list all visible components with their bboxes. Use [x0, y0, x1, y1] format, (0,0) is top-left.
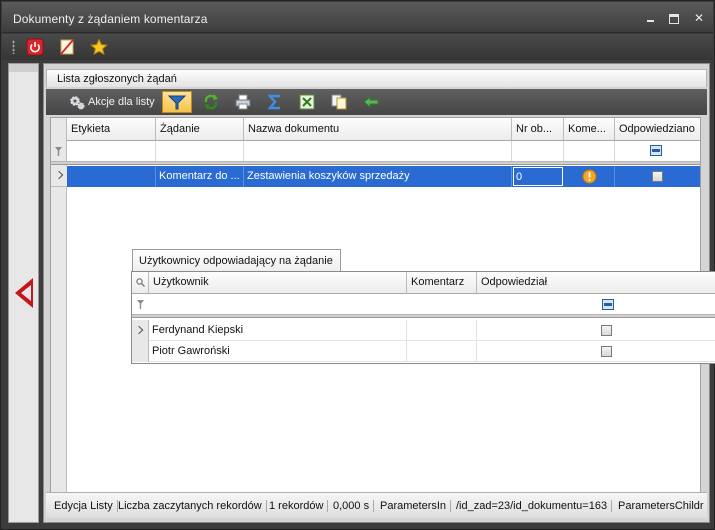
- list-item[interactable]: Piotr Gawroński: [132, 341, 715, 362]
- column-header-odpowiedzial[interactable]: Odpowiedział: [477, 272, 715, 294]
- cell-komentarz[interactable]: [407, 341, 477, 362]
- filter-funnel-icon: [137, 300, 144, 309]
- toolbar-grip: [12, 40, 15, 54]
- cell-zadanie[interactable]: Komentarz do ...: [156, 166, 244, 187]
- filter-cell-nr-ob[interactable]: [512, 141, 564, 161]
- requests-panel: Lista zgłoszonych żądań Akcje dla listy: [43, 63, 715, 523]
- list-item[interactable]: Ferdynand Kiepski: [132, 320, 715, 341]
- column-header-nazwa-dokumentu[interactable]: Nazwa dokumentu: [244, 118, 512, 141]
- cell-odpowiedziano: [615, 166, 700, 187]
- chevron-right-icon: [134, 325, 144, 335]
- row-indicator[interactable]: [132, 320, 149, 341]
- users-grid: Użytkownik Komentarz Odpowiedział Ferdyn…: [131, 271, 715, 364]
- cell-uzytkownik[interactable]: Ferdynand Kiepski: [149, 320, 407, 341]
- status-records-label: Liczba zaczytanych rekordów: [114, 500, 267, 512]
- collapse-arrow-icon[interactable]: [15, 278, 33, 308]
- status-mode: Edycja Listy: [50, 500, 118, 512]
- filter-cell-etykieta[interactable]: [67, 141, 156, 161]
- filter-toggle-button[interactable]: [162, 91, 192, 113]
- column-header-uzytkownik[interactable]: Użytkownik: [149, 272, 407, 294]
- column-header-odpowiedziano[interactable]: Odpowiedziano: [615, 118, 700, 141]
- window-title: Dokumenty z żądaniem komentarza: [13, 12, 208, 26]
- column-header-zadanie[interactable]: Żądanie: [156, 118, 244, 141]
- panel-header: Lista zgłoszonych żądań: [46, 69, 707, 87]
- status-bar: Edycja Listy Liczba zaczytanych rekordów…: [46, 492, 707, 518]
- cell-nr-ob[interactable]: 0: [513, 167, 563, 186]
- table-row[interactable]: Komentarz do ... Zestawienia koszyków sp…: [67, 166, 700, 187]
- close-button[interactable]: ✕: [692, 11, 706, 25]
- power-icon[interactable]: [26, 38, 44, 56]
- cell-komentarz[interactable]: [564, 166, 615, 187]
- panel-title: Lista zgłoszonych żądań: [57, 73, 177, 85]
- filter-row[interactable]: [51, 141, 700, 162]
- users-filter-row[interactable]: [132, 294, 715, 315]
- status-params-children: ParametersChildr: [618, 500, 704, 512]
- odpowiedziano-checkbox[interactable]: [652, 171, 663, 182]
- star-icon[interactable]: [89, 38, 109, 56]
- document-slash-icon[interactable]: [58, 38, 76, 56]
- column-header-nr-ob[interactable]: Nr ob...: [512, 118, 564, 141]
- odpowiedzial-checkbox[interactable]: [601, 325, 612, 336]
- maximize-button[interactable]: [667, 11, 681, 25]
- filter-cell-zadanie[interactable]: [156, 141, 244, 161]
- sum-icon[interactable]: [266, 93, 284, 111]
- filter-checkbox-odpowiedziano[interactable]: [650, 145, 662, 156]
- row-indicator[interactable]: [132, 341, 149, 362]
- status-params-in-label: ParametersIn: [376, 500, 452, 512]
- odpowiedzial-checkbox[interactable]: [601, 346, 612, 357]
- navigate-icon[interactable]: [362, 93, 380, 111]
- filter-cell-komentarz[interactable]: [564, 141, 615, 161]
- subgrid-corner: [132, 272, 149, 294]
- status-record-count: 1 rekordów: [265, 500, 329, 512]
- gears-icon[interactable]: [68, 93, 86, 111]
- copy-icon[interactable]: [330, 93, 348, 111]
- grid-toolbar: Akcje dla listy: [46, 89, 707, 115]
- warning-icon: [582, 169, 597, 184]
- refresh-icon[interactable]: [202, 93, 220, 111]
- cell-nazwa-dokumentu[interactable]: Zestawienia koszyków sprzedaży: [244, 166, 512, 187]
- main-window: Dokumenty z żądaniem komentarza ✕ Lista …: [0, 0, 715, 530]
- title-bar: Dokumenty z żądaniem komentarza ✕: [2, 2, 713, 33]
- column-header-komentarz[interactable]: Komentarz: [407, 272, 477, 294]
- filter-cell-nazwa[interactable]: [244, 141, 512, 161]
- cell-uzytkownik[interactable]: Piotr Gawroński: [149, 341, 407, 362]
- status-load-time: 0,000 s: [329, 500, 375, 512]
- cell-komentarz[interactable]: [407, 320, 477, 341]
- row-indicator[interactable]: [51, 166, 67, 187]
- side-pane: [8, 63, 39, 523]
- filter-checkbox-odpowiedzial[interactable]: [602, 299, 614, 310]
- search-icon: [136, 278, 145, 287]
- cell-odpowiedzial: [477, 341, 715, 362]
- users-filter-separator: [132, 315, 715, 318]
- cell-odpowiedzial: [477, 320, 715, 341]
- cell-etykieta[interactable]: [67, 166, 156, 187]
- filter-funnel-icon: [55, 147, 62, 156]
- status-params-in-value: /id_zad=23/id_dokumentu=163: [452, 500, 613, 512]
- column-header-etykieta[interactable]: Etykieta: [67, 118, 156, 141]
- actions-menu-label[interactable]: Akcje dla listy: [88, 96, 155, 108]
- minimize-button[interactable]: [644, 11, 658, 25]
- tab-users-responding[interactable]: Użytkownicy odpowiadający na żądanie: [132, 249, 341, 271]
- chevron-right-icon: [54, 170, 64, 180]
- column-header-komentarz[interactable]: Kome...: [564, 118, 615, 141]
- side-pane-header: [9, 64, 38, 72]
- print-icon[interactable]: [234, 93, 252, 111]
- filter-separator: [51, 162, 700, 165]
- main-toolbar: [2, 34, 713, 60]
- export-excel-icon[interactable]: [298, 93, 316, 111]
